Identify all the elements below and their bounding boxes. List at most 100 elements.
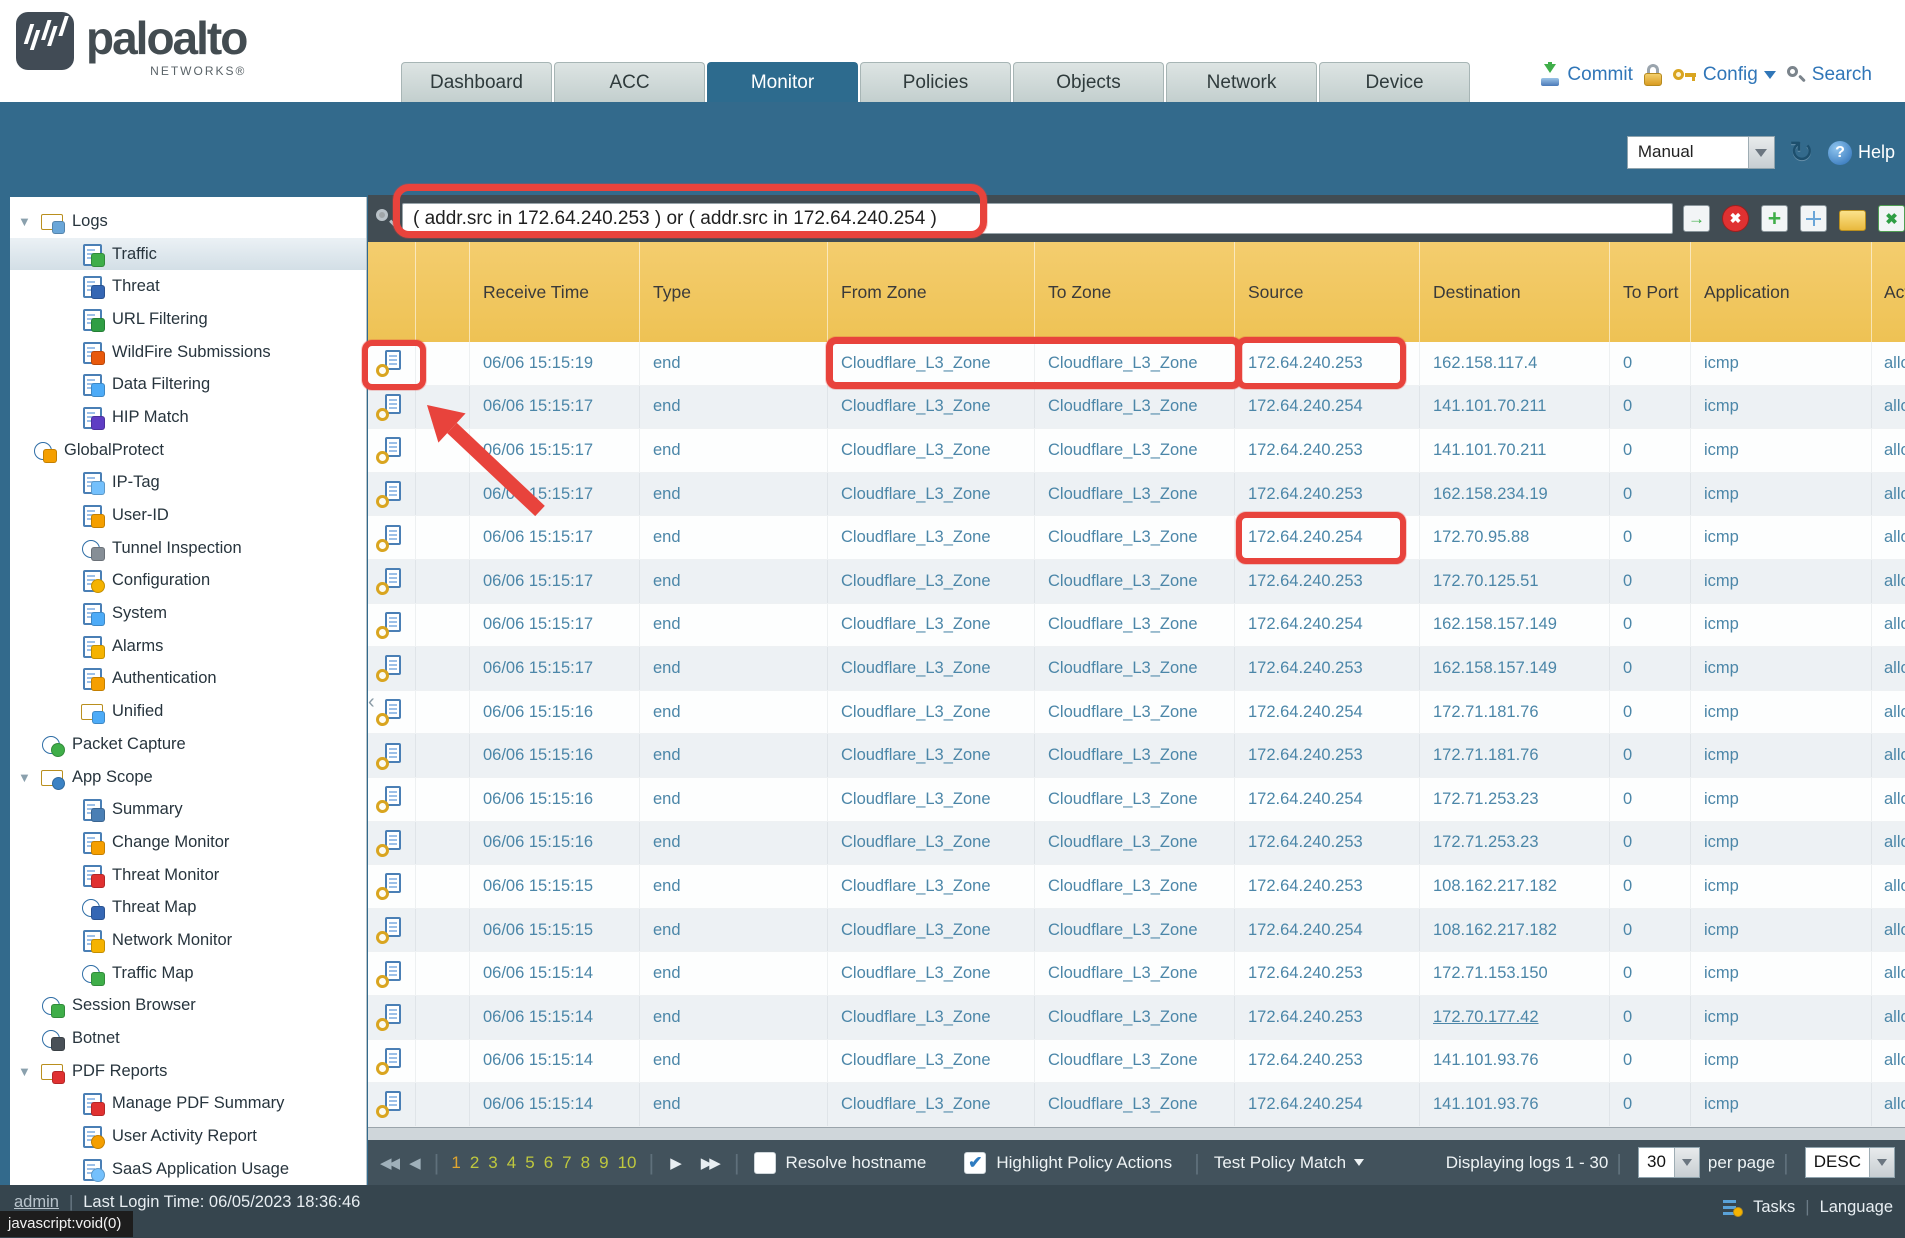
sidebar-item[interactable]: ▼ Manage PDF Summary xyxy=(10,1088,366,1121)
sidebar-item[interactable]: ▼ Threat Map xyxy=(10,891,366,924)
sidebar-item[interactable]: ▼ Tunnel Inspection xyxy=(10,532,366,565)
column-header[interactable]: Action xyxy=(1872,242,1905,342)
cell-destination[interactable]: 108.162.217.182 xyxy=(1420,865,1610,908)
cell-destination[interactable]: 162.158.117.4 xyxy=(1420,342,1610,385)
sidebar-item[interactable]: ▼ Change Monitor xyxy=(10,826,366,859)
nav-tab[interactable]: Device xyxy=(1319,62,1470,102)
highlight-policy-checkbox[interactable]: ✔ xyxy=(964,1152,986,1174)
log-detail-icon[interactable] xyxy=(376,525,406,551)
cell-destination[interactable]: 141.101.70.211 xyxy=(1420,386,1610,429)
page-number[interactable]: 9 xyxy=(599,1153,608,1173)
page-number[interactable]: 4 xyxy=(507,1153,516,1173)
log-detail-icon[interactable] xyxy=(376,786,406,812)
sidebar-item[interactable]: ▼ Configuration xyxy=(10,565,366,598)
per-page-select[interactable]: 30 xyxy=(1638,1147,1700,1178)
resolve-hostname-checkbox[interactable] xyxy=(754,1152,776,1174)
cell-destination[interactable]: 172.70.125.51 xyxy=(1420,560,1610,603)
help-button[interactable]: ? Help xyxy=(1828,141,1895,165)
column-header[interactable]: To Zone xyxy=(1035,242,1235,342)
sidebar-item[interactable]: ▼ Packet Capture xyxy=(10,728,366,761)
log-detail-icon[interactable] xyxy=(376,394,406,420)
sidebar-item[interactable]: ▼ PDF Reports xyxy=(10,1055,366,1088)
save-filter-icon[interactable] xyxy=(1800,205,1827,232)
page-number[interactable]: 3 xyxy=(488,1153,497,1173)
column-header[interactable]: To Port xyxy=(1610,242,1691,342)
sidebar-item[interactable]: ▼ User-ID xyxy=(10,499,366,532)
sidebar-item[interactable]: ▼ GlobalProtect xyxy=(10,434,366,467)
sidebar-item[interactable]: ▼ IP-Tag xyxy=(10,467,366,500)
cell-destination[interactable]: 172.71.253.23 xyxy=(1420,822,1610,865)
prev-page-icon[interactable]: ◀ xyxy=(405,1154,422,1172)
page-number[interactable]: 6 xyxy=(544,1153,553,1173)
refresh-interval-dropdown-button[interactable] xyxy=(1748,137,1774,168)
next-page-icon[interactable]: ▶ xyxy=(666,1154,683,1172)
sidebar-item[interactable]: ▼ SaaS Application Usage xyxy=(10,1153,366,1185)
log-detail-icon[interactable] xyxy=(376,481,406,507)
sidebar-item[interactable]: ▼ Authentication xyxy=(10,663,366,696)
log-detail-icon[interactable] xyxy=(376,568,406,594)
page-number[interactable]: 2 xyxy=(470,1153,479,1173)
panel-collapse-handle[interactable]: ‹ xyxy=(368,690,380,716)
sidebar-item[interactable]: ▼ Unified xyxy=(10,695,366,728)
page-number[interactable]: 7 xyxy=(562,1153,571,1173)
clear-filter-icon[interactable]: ✖ xyxy=(1722,205,1749,232)
sidebar-item[interactable]: ▼ System xyxy=(10,597,366,630)
sidebar-item[interactable]: ▼ URL Filtering xyxy=(10,303,366,336)
nav-tab[interactable]: Monitor xyxy=(707,62,858,102)
lock-icon[interactable] xyxy=(1643,64,1663,86)
language-link[interactable]: Language xyxy=(1820,1198,1893,1217)
logged-in-user-link[interactable]: admin xyxy=(14,1193,59,1212)
column-header[interactable] xyxy=(416,242,470,342)
config-menu-button[interactable]: Config xyxy=(1673,64,1776,86)
sort-order-select[interactable]: DESC xyxy=(1805,1147,1895,1178)
nav-tab[interactable]: Network xyxy=(1166,62,1317,102)
cell-destination[interactable]: 172.70.177.42 xyxy=(1420,996,1610,1039)
column-header[interactable]: Destination xyxy=(1420,242,1610,342)
cell-destination[interactable]: 162.158.157.149 xyxy=(1420,604,1610,647)
sidebar-item[interactable]: ▼ App Scope xyxy=(10,761,366,794)
expand-caret-icon[interactable]: ▼ xyxy=(18,214,40,229)
column-header[interactable]: Source xyxy=(1235,242,1420,342)
log-detail-icon[interactable] xyxy=(376,612,406,638)
sidebar-item[interactable]: ▼ User Activity Report xyxy=(10,1120,366,1153)
cell-destination[interactable]: 172.71.153.150 xyxy=(1420,952,1610,995)
column-header[interactable]: Application xyxy=(1691,242,1872,342)
search-button[interactable]: Search xyxy=(1786,64,1872,86)
refresh-icon[interactable]: ↻ xyxy=(1789,138,1814,168)
load-filter-icon[interactable] xyxy=(1839,210,1866,231)
log-detail-icon[interactable] xyxy=(376,350,406,376)
column-header[interactable]: Receive Time xyxy=(470,242,640,342)
log-detail-icon[interactable] xyxy=(376,437,406,463)
sidebar-item[interactable]: ▼ Botnet xyxy=(10,1022,366,1055)
apply-filter-icon[interactable]: → xyxy=(1683,205,1710,232)
log-detail-icon[interactable] xyxy=(376,1048,406,1074)
nav-tab[interactable]: Dashboard xyxy=(401,62,552,102)
sidebar-item[interactable]: ▼ Threat Monitor xyxy=(10,859,366,892)
cell-destination[interactable]: 108.162.217.182 xyxy=(1420,909,1610,952)
last-page-icon[interactable]: ▶▶ xyxy=(697,1154,722,1172)
sidebar-item[interactable]: ▼ Network Monitor xyxy=(10,924,366,957)
test-policy-match-button[interactable]: Test Policy Match xyxy=(1214,1153,1364,1173)
log-detail-icon[interactable] xyxy=(376,743,406,769)
column-header[interactable]: From Zone xyxy=(828,242,1035,342)
sidebar-item[interactable]: ▼ Data Filtering xyxy=(10,368,366,401)
sidebar-item[interactable]: ▼ Session Browser xyxy=(10,990,366,1023)
log-detail-icon[interactable] xyxy=(376,961,406,987)
column-header[interactable] xyxy=(368,242,416,342)
export-csv-icon[interactable]: ✖ xyxy=(1878,205,1905,232)
page-number[interactable]: 1 xyxy=(451,1153,460,1173)
cell-destination[interactable]: 172.70.95.88 xyxy=(1420,516,1610,559)
tasks-link[interactable]: Tasks xyxy=(1753,1198,1795,1217)
cell-destination[interactable]: 172.71.253.23 xyxy=(1420,778,1610,821)
log-detail-icon[interactable] xyxy=(376,830,406,856)
cell-destination[interactable]: 162.158.234.19 xyxy=(1420,473,1610,516)
sidebar-item[interactable]: ▼ Alarms xyxy=(10,630,366,663)
sidebar-item[interactable]: ▼ Traffic xyxy=(10,238,366,271)
cell-destination[interactable]: 172.71.181.76 xyxy=(1420,734,1610,777)
sidebar-item[interactable]: ▼ Threat xyxy=(10,270,366,303)
sidebar-item[interactable]: ▼ WildFire Submissions xyxy=(10,336,366,369)
cell-destination[interactable]: 141.101.93.76 xyxy=(1420,1040,1610,1083)
cell-destination[interactable]: 162.158.157.149 xyxy=(1420,647,1610,690)
log-detail-icon[interactable] xyxy=(376,873,406,899)
sidebar-item[interactable]: ▼ Traffic Map xyxy=(10,957,366,990)
